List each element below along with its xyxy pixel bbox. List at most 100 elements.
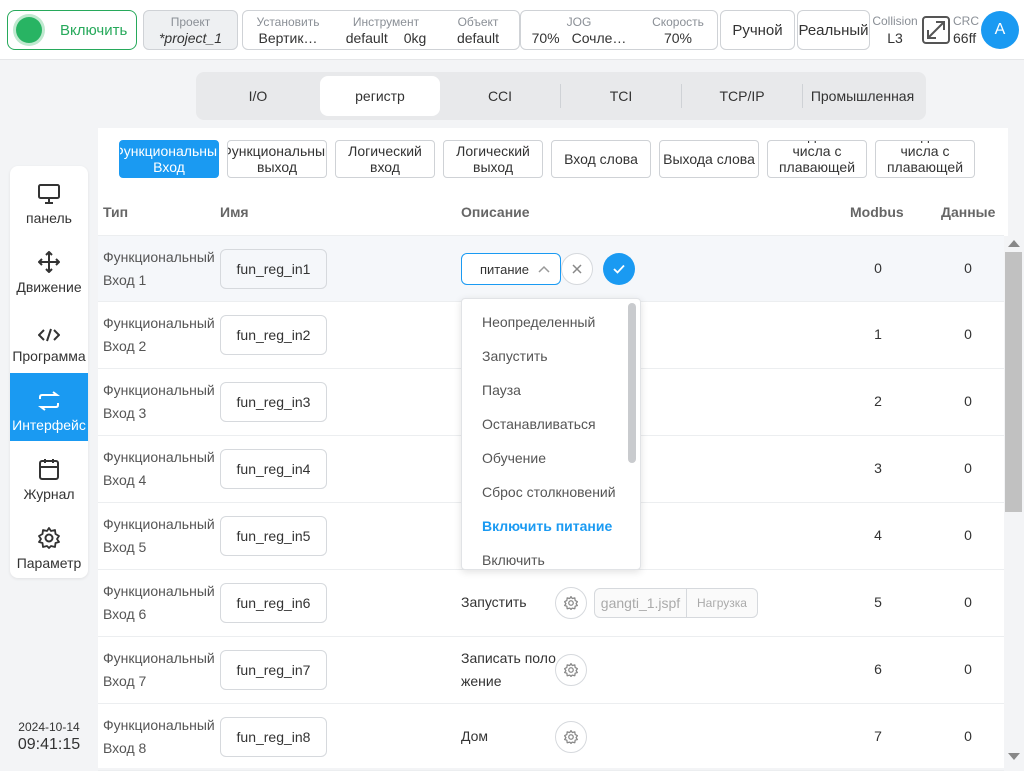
dropdown-option[interactable]: Сброс столкновений bbox=[482, 475, 616, 509]
code-icon bbox=[38, 328, 60, 342]
manual-mode-button[interactable]: Ручной bbox=[720, 10, 795, 50]
subtab-float-input[interactable]: Вход типа числа с плавающей точкой bbox=[767, 140, 867, 178]
gear-icon bbox=[564, 730, 578, 744]
scrollbar-thumb[interactable] bbox=[1005, 252, 1022, 512]
row-modbus: 5 bbox=[874, 594, 882, 610]
sidebar-item-parameter[interactable]: Параметр bbox=[10, 511, 88, 578]
subtab-function-input[interactable]: Функциональный Вход bbox=[119, 140, 219, 178]
user-avatar[interactable]: A bbox=[981, 11, 1019, 49]
subtab-logic-input[interactable]: Логический вход bbox=[335, 140, 435, 178]
sidebar-item-journal[interactable]: Журнал bbox=[10, 442, 88, 510]
row-data: 0 bbox=[964, 527, 972, 543]
project-box[interactable]: Проект *project_1 bbox=[143, 10, 238, 50]
table-scrollbar[interactable] bbox=[1004, 236, 1024, 768]
row-type: Функциональный Вход 6 bbox=[103, 583, 215, 622]
speed-value: 70% bbox=[663, 30, 693, 46]
tab-tcpip[interactable]: TCP/IP bbox=[682, 76, 802, 116]
sidebar-item-program[interactable]: Программа bbox=[10, 304, 88, 372]
install-tool-object-box[interactable]: Установить Вертик… Инструмент default 0kg… bbox=[242, 10, 520, 50]
dropdown-scrollbar[interactable] bbox=[628, 303, 636, 463]
dropdown-option[interactable]: Запустить bbox=[482, 339, 548, 373]
dropdown-option-selected[interactable]: Включить питание bbox=[482, 509, 612, 543]
table-row[interactable]: Функциональный Вход 6 fun_reg_in6 Запуст… bbox=[98, 570, 1004, 637]
row-name-field[interactable]: fun_reg_in4 bbox=[220, 449, 327, 489]
row-type: Функциональный Вход 8 bbox=[103, 717, 215, 756]
subtab-word-output[interactable]: Выхода слова bbox=[659, 140, 759, 178]
sidebar-item-label: Движение bbox=[16, 279, 82, 295]
row-modbus: 3 bbox=[874, 460, 882, 476]
tool-load: 0kg bbox=[403, 30, 427, 46]
crc-value: 66ff bbox=[953, 30, 977, 46]
table-row[interactable]: Функциональный Вход 8 fun_reg_in8 Дом 7 … bbox=[98, 704, 1004, 771]
row-modbus: 6 bbox=[874, 661, 882, 677]
sidebar-item-panel[interactable]: панель bbox=[10, 166, 88, 234]
object-key: Объект bbox=[457, 15, 499, 29]
dropdown-option[interactable]: Неопределенный bbox=[482, 305, 595, 339]
scroll-up-icon[interactable] bbox=[1004, 236, 1024, 250]
row-data: 0 bbox=[964, 728, 972, 744]
subtab-float-output[interactable]: Выход типа числа с плавающей точкой bbox=[875, 140, 975, 178]
calendar-icon bbox=[39, 459, 59, 480]
confirm-button[interactable] bbox=[603, 253, 635, 285]
tab-io[interactable]: I/O bbox=[200, 76, 316, 116]
description-dropdown: Неопределенный Запустить Пауза Останавли… bbox=[461, 298, 641, 570]
row-name-field[interactable]: fun_reg_in2 bbox=[220, 315, 327, 355]
tab-tci[interactable]: TCI bbox=[561, 76, 681, 116]
real-mode-button[interactable]: Реальный bbox=[797, 10, 870, 50]
collision-key: Collision bbox=[872, 14, 918, 28]
cancel-button[interactable] bbox=[561, 253, 593, 285]
row-modbus: 4 bbox=[874, 527, 882, 543]
dropdown-option[interactable]: Обучение bbox=[482, 441, 546, 475]
scroll-down-icon[interactable] bbox=[1004, 750, 1024, 764]
row-settings-button[interactable] bbox=[555, 654, 587, 686]
row-type: Функциональный Вход 1 bbox=[103, 249, 215, 288]
tool-value: default bbox=[345, 30, 388, 46]
clock: 2024-10-14 09:41:15 bbox=[10, 720, 88, 754]
row-settings-button[interactable] bbox=[555, 587, 587, 619]
tab-register[interactable]: регистр bbox=[320, 76, 440, 116]
monitor-icon bbox=[38, 184, 60, 204]
row-type: Функциональный Вход 4 bbox=[103, 449, 215, 488]
dropdown-option[interactable]: Останавливаться bbox=[482, 407, 596, 441]
table-row[interactable]: Функциональный Вход 1 fun_reg_in1 питани… bbox=[98, 235, 1004, 302]
table-row[interactable]: Функциональный Вход 7 fun_reg_in7 Записа… bbox=[98, 637, 1004, 704]
status-dot-icon bbox=[16, 17, 42, 43]
row-settings-button[interactable] bbox=[555, 721, 587, 753]
row-description: Запустить bbox=[461, 594, 527, 610]
current-date: 2024-10-14 bbox=[18, 720, 80, 734]
sidebar-item-motion[interactable]: Движение bbox=[10, 235, 88, 303]
dropdown-option[interactable]: Пауза bbox=[482, 373, 521, 407]
tab-industrial[interactable]: Промышленная bbox=[803, 76, 922, 116]
row-name-field[interactable]: fun_reg_in5 bbox=[220, 516, 327, 556]
row-name-field[interactable]: fun_reg_in3 bbox=[220, 382, 327, 422]
row-data: 0 bbox=[964, 260, 972, 276]
row-name-field[interactable]: fun_reg_in1 bbox=[220, 249, 327, 289]
tab-cci[interactable]: CCI bbox=[440, 76, 560, 116]
row-name-field[interactable]: fun_reg_in7 bbox=[220, 650, 327, 690]
row-modbus: 2 bbox=[874, 393, 882, 409]
enable-button[interactable]: Включить bbox=[7, 10, 137, 50]
jog-speed-box[interactable]: JOG 70% Сочле… Скорость 70% bbox=[520, 10, 718, 50]
sidebar: панель Движение Программа Интерфейс Журн… bbox=[10, 166, 88, 578]
sidebar-item-label: панель bbox=[26, 210, 72, 226]
collision-value: L3 bbox=[887, 30, 903, 46]
subtab-word-input[interactable]: Вход слова bbox=[551, 140, 651, 178]
row-name-field[interactable]: fun_reg_in6 bbox=[220, 583, 327, 623]
install-key: Установить bbox=[256, 15, 320, 29]
file-field[interactable]: gangti_1.jspf Нагрузка bbox=[594, 588, 758, 618]
dropdown-option[interactable]: Включить bbox=[482, 543, 545, 569]
register-panel: Функциональный Вход Функциональный выход… bbox=[98, 128, 1008, 771]
subtab-function-output[interactable]: Функциональный выход bbox=[227, 140, 327, 178]
upload-button[interactable]: Нагрузка bbox=[687, 596, 757, 610]
crc-key: CRC bbox=[953, 14, 979, 28]
close-icon bbox=[572, 264, 582, 274]
row-name-field[interactable]: fun_reg_in8 bbox=[220, 717, 327, 757]
subtab-logic-output[interactable]: Логический выход bbox=[443, 140, 543, 178]
tab-bar: I/O регистр CCI TCI TCP/IP Промышленная bbox=[196, 72, 926, 120]
description-select-value: питание bbox=[480, 261, 530, 277]
row-type: Функциональный Вход 2 bbox=[103, 315, 215, 354]
current-time: 09:41:15 bbox=[17, 736, 81, 753]
expand-icon[interactable] bbox=[922, 16, 950, 44]
description-select[interactable]: питание bbox=[461, 253, 561, 285]
sidebar-item-interface[interactable]: Интерфейс bbox=[10, 373, 88, 441]
